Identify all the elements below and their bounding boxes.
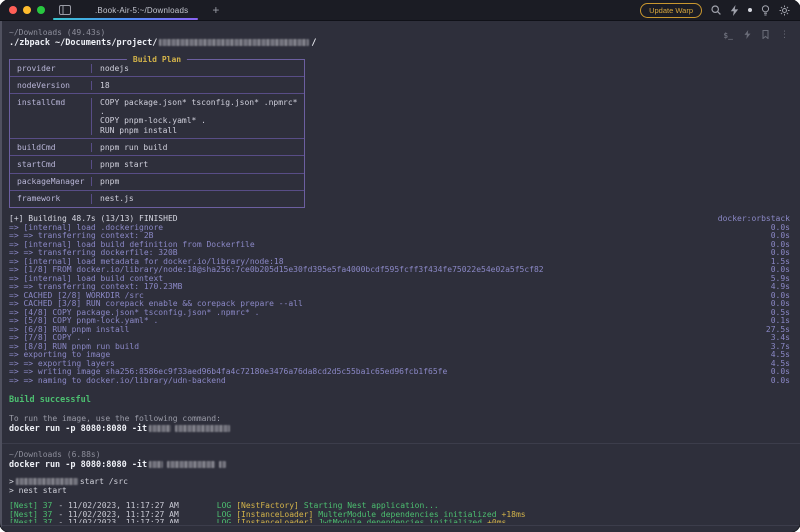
bookmark-icon[interactable] (762, 30, 769, 41)
tips-bulb-icon[interactable] (761, 5, 770, 16)
build-plan-key: startCmd (10, 160, 91, 169)
run-hint: To run the image, use the following comm… (0, 414, 800, 423)
redacted-text (219, 461, 226, 468)
titlebar-actions: Update Warp (640, 3, 800, 18)
redacted-text (167, 461, 215, 468)
new-tab-button[interactable]: + (212, 4, 219, 16)
nest-timestamp: - 11/02/2023, 11:17:27 AM (58, 519, 178, 523)
search-icon[interactable] (711, 5, 721, 15)
redacted-text (159, 39, 309, 46)
nest-duration: +18ms (502, 511, 526, 520)
zoom-window-button[interactable] (37, 6, 45, 14)
build-plan-row: framework nest.js (10, 191, 304, 207)
terminal-content: $_ ⋮ ~/Downloads (49.43s) ./zbpack ~/Doc… (0, 21, 800, 532)
tab-title: .Book-Air-5:~/Downloads (95, 6, 188, 15)
redacted-text (149, 461, 163, 468)
block2-command: docker run -p 8080:8080 -it (0, 460, 800, 471)
nest-log-output: [Nest] 37 - 11/02/2023, 11:17:27 AM LOG … (0, 502, 800, 523)
build-plan-value: pnpm (91, 177, 119, 186)
docker-build-line: => exporting to image 4.5s (9, 351, 790, 360)
build-plan-value: nest.js (91, 194, 134, 203)
ai-bolt-icon[interactable] (730, 5, 739, 16)
share-bolt-icon[interactable] (744, 30, 751, 41)
copy-command-icon[interactable]: $_ (723, 31, 733, 40)
build-plan-key: buildCmd (10, 143, 91, 152)
build-plan-row: startCmd pnpm start (10, 156, 304, 173)
run-command-suggestion: docker run -p 8080:8080 -it (0, 424, 800, 435)
nest-level: LOG (217, 519, 231, 523)
notification-dot (748, 8, 752, 12)
active-tab-indicator (53, 18, 198, 20)
block-separator (0, 525, 800, 526)
npm-script-line: >start /src (0, 478, 800, 487)
docker-build-line: => [8/8] RUN pnpm run build 3.7s (9, 343, 790, 352)
nest-log-lines: [Nest] 37 - 11/02/2023, 11:17:27 AM LOG … (9, 502, 800, 523)
block-actions: $_ ⋮ (723, 30, 789, 41)
more-options-icon[interactable]: ⋮ (780, 31, 789, 40)
build-plan-rows: provider nodejs nodeVersion 18 installCm… (10, 60, 304, 207)
warp-terminal-window: .Book-Air-5:~/Downloads + Update Warp (0, 0, 800, 532)
nest-context: [InstanceLoader] (236, 519, 313, 523)
nest-message: JwtModule dependencies initialized (318, 519, 482, 523)
build-plan-row: buildCmd pnpm run build (10, 139, 304, 156)
docker-build-line: => => naming to docker.io/library/udn-ba… (9, 377, 790, 386)
nest-level: LOG (217, 511, 231, 520)
settings-gear-icon[interactable] (779, 5, 790, 16)
build-plan-key: provider (10, 64, 91, 73)
docker-step-time: 0.0s (763, 377, 790, 386)
window-controls (0, 6, 45, 14)
build-plan-row: packageManager pnpm (10, 174, 304, 191)
redacted-text (175, 425, 230, 432)
redacted-text (149, 425, 171, 432)
docker-build-log: [+] Building 48.7s (13/13) FINISHED dock… (0, 215, 800, 385)
docker-step-text: => => naming to docker.io/library/udn-ba… (9, 377, 226, 386)
nest-message: MulterModule dependencies initialized (318, 511, 496, 520)
tab-downloads[interactable]: .Book-Air-5:~/Downloads (81, 0, 202, 20)
nest-log-line: [Nest] 37 - 11/02/2023, 11:17:27 AM LOG … (9, 519, 800, 523)
build-plan-key: installCmd (10, 98, 91, 135)
build-plan-key: packageManager (10, 177, 91, 186)
close-window-button[interactable] (9, 6, 17, 14)
build-plan-title: Build Plan (127, 55, 187, 64)
nest-timestamp: - 11/02/2023, 11:17:27 AM (58, 511, 178, 520)
redacted-text (16, 478, 78, 485)
build-plan-table: Build Plan provider nodejs nodeVersion 1… (9, 59, 305, 208)
nest-pid: [Nest] 37 (9, 511, 52, 520)
build-plan-row: installCmd COPY package.json* tsconfig.j… (10, 94, 304, 139)
minimize-window-button[interactable] (23, 6, 31, 14)
build-plan-key: nodeVersion (10, 81, 91, 90)
docker-build-line: => [6/8] RUN pnpm install 27.5s (9, 326, 790, 335)
build-plan-value: nodejs (91, 64, 129, 73)
workspace-icon[interactable] (59, 5, 71, 15)
build-plan-value: pnpm start (91, 160, 148, 169)
nest-pid: [Nest] 37 (9, 519, 52, 523)
block1-command: ./zbpack ~/Documents/project// (0, 38, 800, 49)
build-plan-key: framework (10, 194, 91, 203)
nest-context: [InstanceLoader] (236, 511, 313, 520)
nest-duration: +0ms (487, 519, 506, 523)
block-separator (0, 443, 800, 444)
docker-build-lines: => [internal] load .dockerignore 0.0s =>… (9, 224, 790, 386)
block1-prompt: ~/Downloads (49.43s) (0, 28, 800, 38)
block2-prompt: ~/Downloads (6.88s) (0, 450, 800, 460)
titlebar: .Book-Air-5:~/Downloads + Update Warp (0, 0, 800, 21)
build-result: Build successful (0, 395, 800, 405)
build-plan-value: COPY package.json* tsconfig.json* .npmrc… (91, 98, 304, 135)
update-warp-button[interactable]: Update Warp (640, 3, 702, 18)
build-plan-value: pnpm run build (91, 143, 167, 152)
build-plan-row: nodeVersion 18 (10, 77, 304, 94)
nest-start-line: > nest start (0, 487, 800, 496)
nest-log-line: [Nest] 37 - 11/02/2023, 11:17:27 AM LOG … (9, 511, 800, 520)
build-plan-value: 18 (91, 81, 110, 90)
